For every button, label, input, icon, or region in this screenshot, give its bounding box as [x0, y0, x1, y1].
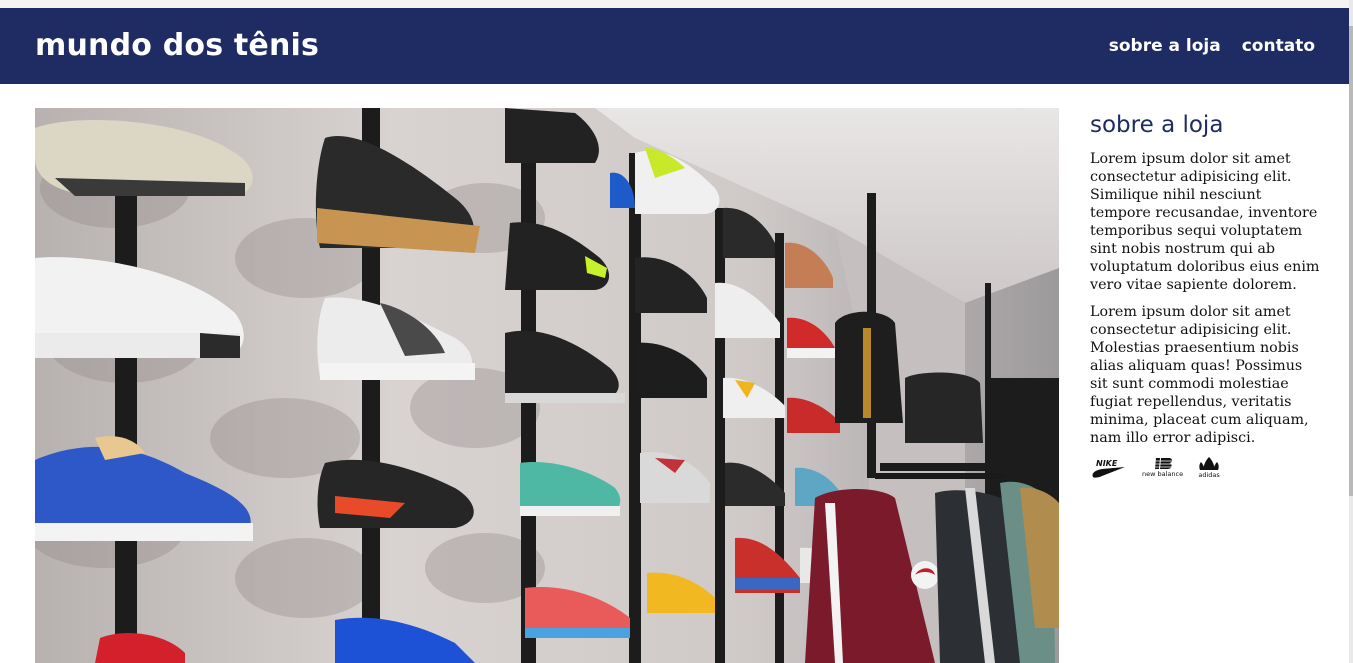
adidas-logo-text: adidas [1198, 471, 1220, 479]
about-title: sobre a loja [1090, 112, 1224, 138]
about-sidebar: sobre a loja Lorem ipsum dolor sit amet … [1090, 108, 1322, 479]
about-paragraph-1: Lorem ipsum dolor sit amet consectetur a… [1090, 151, 1320, 293]
brand-logos: NIKE new balance adidas [1090, 456, 1322, 479]
scrollbar-thumb[interactable] [1349, 26, 1353, 496]
site-header: mundo dos tênis sobre a loja contato [0, 8, 1349, 84]
nav-link-contato[interactable]: contato [1242, 36, 1315, 56]
nav-link-sobre-a-loja[interactable]: sobre a loja [1109, 36, 1221, 56]
store-photo [35, 108, 1059, 663]
nike-logo-icon: NIKE [1090, 457, 1128, 479]
nike-logo-text: NIKE [1096, 459, 1118, 468]
adidas-logo-icon: adidas [1197, 456, 1221, 479]
about-paragraph-2: Lorem ipsum dolor sit amet consectetur a… [1090, 304, 1309, 446]
main-nav: sobre a loja contato [1109, 36, 1315, 56]
site-logo[interactable]: mundo dos tênis [35, 28, 319, 63]
page-scrollbar[interactable] [1349, 0, 1353, 663]
new-balance-logo-icon: new balance [1142, 457, 1183, 478]
new-balance-logo-text: new balance [1142, 470, 1184, 478]
